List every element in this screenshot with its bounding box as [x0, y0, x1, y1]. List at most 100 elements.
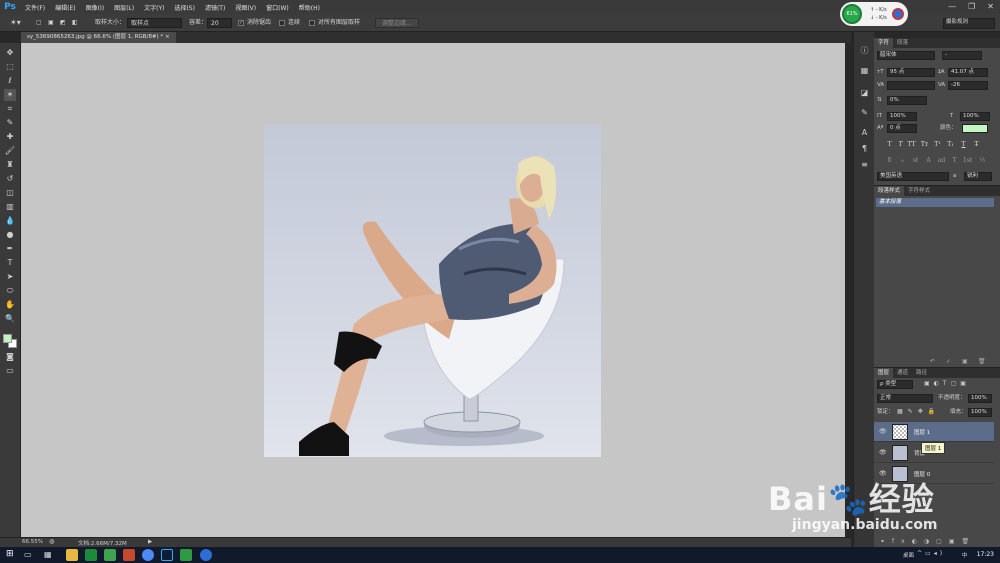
restore-button[interactable]: ❐ — [968, 2, 975, 11]
subscript-button[interactable]: T₁ — [946, 140, 955, 149]
healing-brush-tool-icon[interactable]: ✚ — [4, 131, 16, 143]
screen-mode-icon[interactable]: ▭ — [4, 365, 16, 377]
baseline-shift-field[interactable]: 0 点 — [887, 124, 917, 133]
swash-button[interactable]: ad — [937, 156, 946, 165]
desktop-label[interactable]: 桌面 — [903, 551, 914, 559]
blur-tool-icon[interactable]: 💧 — [4, 215, 16, 227]
selection-mode-intersect-icon[interactable]: ◧ — [72, 18, 78, 28]
gradient-tool-icon[interactable]: ▥ — [4, 201, 16, 213]
font-family-dropdown[interactable]: 腊宋体 — [877, 51, 935, 60]
dodge-tool-icon[interactable]: ● — [4, 229, 16, 241]
paragraph-style-item[interactable]: 基本段落 — [876, 198, 994, 207]
history-brush-tool-icon[interactable]: ↺ — [4, 173, 16, 185]
hand-tool-icon[interactable]: ✋ — [4, 299, 16, 311]
adjustments-panel-icon[interactable]: ▦ — [858, 64, 871, 77]
clone-stamp-tool-icon[interactable]: ♜ — [4, 159, 16, 171]
sample-all-option[interactable]: 对所有图层取样 — [309, 18, 360, 28]
stylistic-alternates-button[interactable]: st — [911, 156, 920, 165]
new-style-icon[interactable]: ▣ — [962, 358, 968, 365]
file-explorer-icon[interactable] — [66, 549, 78, 561]
layer-row[interactable]: 👁 图层 1 — [874, 422, 994, 442]
menu-select[interactable]: 选择(S) — [169, 3, 200, 12]
vertical-scale-field[interactable]: 100% — [887, 112, 917, 121]
small-caps-button[interactable]: Tт — [920, 140, 929, 149]
menu-type[interactable]: 文字(Y) — [139, 3, 169, 12]
opacity-field[interactable]: 100% — [968, 394, 992, 403]
shape-tool-icon[interactable]: ⬭ — [4, 285, 16, 297]
store-icon[interactable]: ▦ — [44, 550, 52, 559]
menu-filter[interactable]: 滤镜(T) — [200, 3, 230, 12]
font-style-dropdown[interactable]: - — [942, 51, 982, 60]
horizontal-scale-field[interactable]: 100% — [960, 112, 990, 121]
close-button[interactable]: ✕ — [987, 2, 994, 11]
superscript-button[interactable]: T¹ — [933, 140, 942, 149]
menu-layer[interactable]: 图层(L) — [109, 3, 139, 12]
underline-button[interactable]: T — [959, 140, 968, 149]
refine-edge-button[interactable]: 调整边缘... — [375, 18, 419, 28]
document-tab[interactable]: sy_53690865263.jpg @ 66.6% (图层 1, RGB/8#… — [21, 32, 176, 43]
marquee-tool-icon[interactable]: ⬚ — [4, 61, 16, 73]
all-caps-button[interactable]: TT — [907, 140, 916, 149]
sample-all-checkbox[interactable] — [309, 19, 315, 26]
zoom-tool-icon[interactable]: 🔍 — [4, 313, 16, 325]
layer-filter-icons[interactable]: ▣◐T▢▣ — [924, 380, 970, 387]
menu-edit[interactable]: 编辑(E) — [50, 3, 80, 12]
tab-character-styles[interactable]: 字符样式 — [904, 186, 934, 196]
menu-window[interactable]: 窗口(W) — [261, 3, 294, 12]
move-tool-icon[interactable]: ✥ — [4, 47, 16, 59]
character-panel-icon[interactable]: A — [858, 126, 871, 139]
tracking-field[interactable]: -26 — [948, 81, 988, 90]
browser-taskbar-icon[interactable] — [200, 549, 212, 561]
ligature-button[interactable]: fi — [885, 156, 894, 165]
quick-mask-icon[interactable]: ◙ — [4, 351, 16, 363]
font-size-field[interactable]: 95 点 — [887, 68, 935, 77]
pen-tool-icon[interactable]: ✒ — [4, 243, 16, 255]
paragraph-panel-icon[interactable]: ¶ — [858, 142, 871, 155]
ordinals-button[interactable]: 1st — [963, 156, 972, 165]
leading-field[interactable]: 41.07 点 — [948, 68, 988, 77]
zoom-level[interactable]: 66.55% — [22, 539, 43, 545]
eyedropper-tool-icon[interactable]: ✎ — [4, 117, 16, 129]
blend-mode-dropdown[interactable]: 正常 — [877, 394, 933, 403]
tab-paragraph[interactable]: 段落 — [893, 38, 912, 48]
kerning-field[interactable] — [887, 81, 935, 90]
layer-filter-dropdown[interactable]: ρ 类型 — [877, 380, 913, 389]
histogram-panel-icon[interactable]: ◪ — [858, 86, 871, 99]
clock[interactable]: 17:23 — [977, 551, 994, 558]
excel-icon[interactable] — [104, 549, 116, 561]
lasso-tool-icon[interactable]: ℓ — [4, 75, 16, 87]
windows-start-icon[interactable]: ⊞ — [6, 549, 14, 559]
tab-layers[interactable]: 图层 — [874, 368, 894, 378]
magic-wand-tool-preset-icon[interactable]: ✶▾ — [10, 18, 21, 28]
app-icon-red[interactable] — [123, 549, 135, 561]
selection-mode-subtract-icon[interactable]: ◩ — [60, 18, 66, 28]
type-tool-icon[interactable]: T — [4, 257, 16, 269]
clear-override-icon[interactable]: ↶ — [930, 358, 935, 365]
foreground-color-swatch[interactable] — [3, 334, 12, 343]
contiguous-checkbox[interactable] — [279, 19, 285, 26]
antialias-dropdown[interactable]: 锐利 — [964, 172, 992, 181]
app-icon-green[interactable] — [85, 549, 97, 561]
menu-file[interactable]: 文件(F) — [20, 3, 50, 12]
menu-view[interactable]: 视图(V) — [230, 3, 261, 12]
tab-character[interactable]: 字符 — [874, 38, 894, 48]
document-image[interactable] — [264, 124, 601, 457]
workspace-dropdown[interactable]: 摄影规则 — [943, 18, 995, 29]
fractions-button[interactable]: ½ — [978, 156, 987, 165]
strikethrough-button[interactable]: T̶ — [972, 140, 981, 149]
menu-help[interactable]: 帮助(H) — [294, 3, 325, 12]
canvas-area[interactable] — [21, 43, 845, 537]
crop-tool-icon[interactable]: ⌗ — [4, 103, 16, 115]
menu-image[interactable]: 图像(I) — [81, 3, 109, 12]
fill-field[interactable]: 100% — [968, 408, 992, 417]
status-menu-arrow-icon[interactable]: ▶ — [148, 539, 152, 545]
ordinals-mark-button[interactable]: T — [950, 156, 959, 165]
old-style-button[interactable]: ℴ — [898, 156, 907, 165]
redefine-style-icon[interactable]: ✓ — [946, 358, 951, 365]
selection-mode-new-icon[interactable]: ▢ — [36, 18, 42, 28]
task-view-icon[interactable]: ▭ — [24, 550, 32, 559]
lock-icons[interactable]: ▦✎✥🔒 — [897, 408, 940, 415]
ime-indicator[interactable]: 中 — [962, 551, 968, 559]
faux-italic-button[interactable]: T — [896, 140, 905, 149]
chrome-icon[interactable] — [142, 549, 154, 561]
